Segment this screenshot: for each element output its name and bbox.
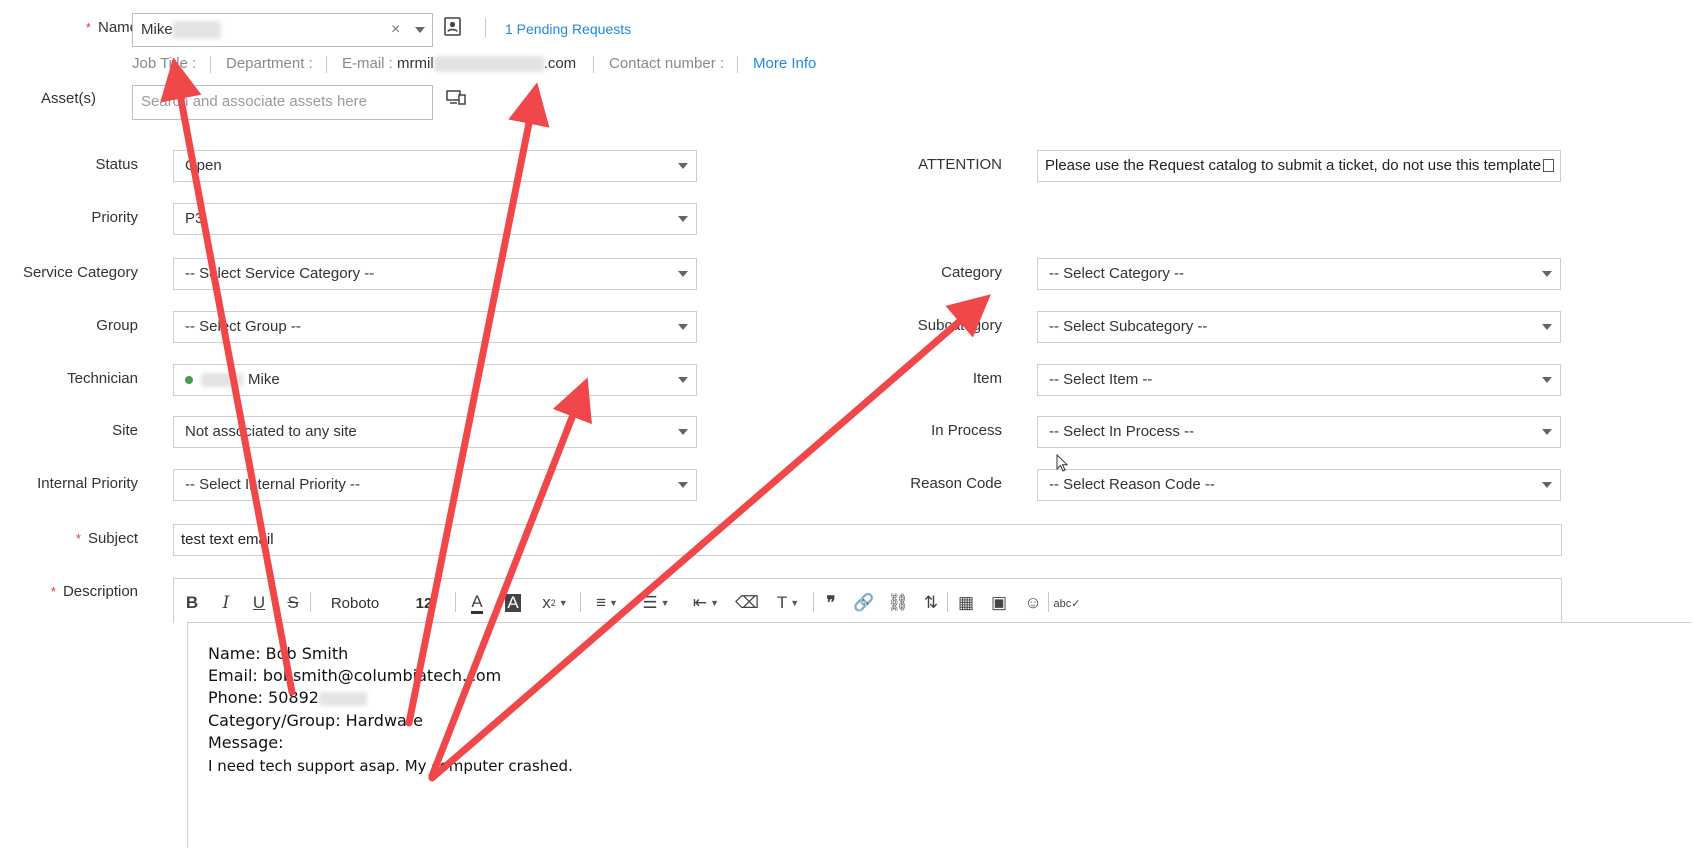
arrow-email-to-email-field: [405, 82, 550, 727]
arrow-category-to-category-field: [428, 294, 991, 782]
annotation-arrows: [160, 57, 991, 782]
arrow-category-to-group: [428, 377, 592, 780]
arrow-name-to-job-title: [160, 57, 296, 696]
